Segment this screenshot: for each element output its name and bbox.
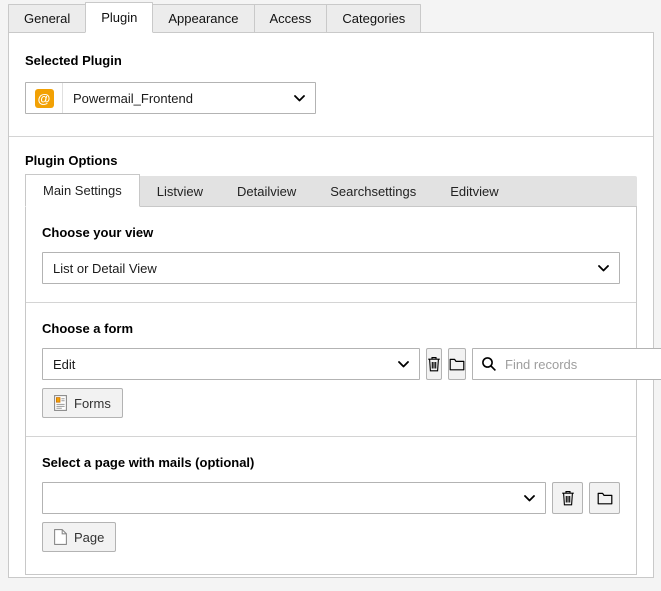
page-button[interactable]: Page (42, 522, 116, 552)
search-icon (473, 356, 505, 372)
page-button-label: Page (74, 530, 104, 545)
forms-button[interactable]: Forms (42, 388, 123, 418)
tab-appearance[interactable]: Appearance (152, 4, 254, 32)
view-select-value: List or Detail View (53, 261, 590, 276)
plugin-tab-panel: Selected Plugin @ Powermail_Frontend Plu… (8, 32, 654, 578)
page-select[interactable] (42, 482, 546, 514)
trash-icon (561, 490, 575, 506)
choose-view-section: Choose your view List or Detail View (26, 207, 636, 302)
select-page-heading: Select a page with mails (optional) (42, 455, 620, 470)
select-page-section: Select a page with mails (optional) (26, 437, 636, 574)
forms-button-label: Forms (74, 396, 111, 411)
folder-icon (597, 492, 613, 505)
plugin-options-section: Plugin Options Main Settings Listview De… (9, 137, 653, 591)
find-records-search (472, 348, 661, 380)
trash-icon (427, 356, 441, 372)
delete-page-button[interactable] (552, 482, 583, 514)
choose-form-section: Choose a form Edit (26, 303, 636, 436)
main-tabbar: General Plugin Appearance Access Categor… (0, 0, 661, 32)
folder-icon (449, 358, 465, 371)
chevron-down-icon (524, 495, 535, 502)
plugin-options-subtabbar: Main Settings Listview Detailview Search… (25, 176, 637, 206)
chevron-down-icon (294, 95, 305, 102)
browse-form-button[interactable] (448, 348, 466, 380)
plugin-select-group: @ Powermail_Frontend (25, 82, 316, 114)
plugin-select-value: Powermail_Frontend (73, 91, 286, 106)
plugin-icon-cell: @ (26, 83, 63, 113)
plugin-select[interactable]: Powermail_Frontend (63, 83, 315, 113)
find-records-input[interactable] (505, 350, 661, 378)
form-record-icon (54, 395, 67, 411)
delete-form-button[interactable] (426, 348, 442, 380)
form-select[interactable]: Edit (42, 348, 420, 380)
tab-general[interactable]: General (8, 4, 86, 32)
choose-view-heading: Choose your view (42, 225, 620, 240)
page-select-row (42, 482, 620, 514)
main-settings-panel: Choose your view List or Detail View Cho… (25, 206, 637, 575)
subtab-searchsettings[interactable]: Searchsettings (313, 177, 433, 206)
form-select-value: Edit (53, 357, 390, 372)
form-select-row: Edit (42, 348, 620, 380)
tab-plugin[interactable]: Plugin (85, 2, 153, 33)
chevron-down-icon (598, 265, 609, 272)
view-select[interactable]: List or Detail View (42, 252, 620, 284)
powermail-at-icon: @ (35, 89, 54, 108)
selected-plugin-section: Selected Plugin @ Powermail_Frontend (9, 33, 653, 136)
subtab-detailview[interactable]: Detailview (220, 177, 313, 206)
browse-page-button[interactable] (589, 482, 620, 514)
subtab-listview[interactable]: Listview (140, 177, 220, 206)
tab-categories[interactable]: Categories (326, 4, 421, 32)
tab-access[interactable]: Access (254, 4, 328, 32)
plugin-options-heading: Plugin Options (25, 153, 637, 168)
page-icon (54, 529, 67, 545)
selected-plugin-heading: Selected Plugin (25, 53, 637, 68)
choose-form-heading: Choose a form (42, 321, 620, 336)
subtab-main-settings[interactable]: Main Settings (25, 174, 140, 207)
subtab-editview[interactable]: Editview (433, 177, 515, 206)
chevron-down-icon (398, 361, 409, 368)
